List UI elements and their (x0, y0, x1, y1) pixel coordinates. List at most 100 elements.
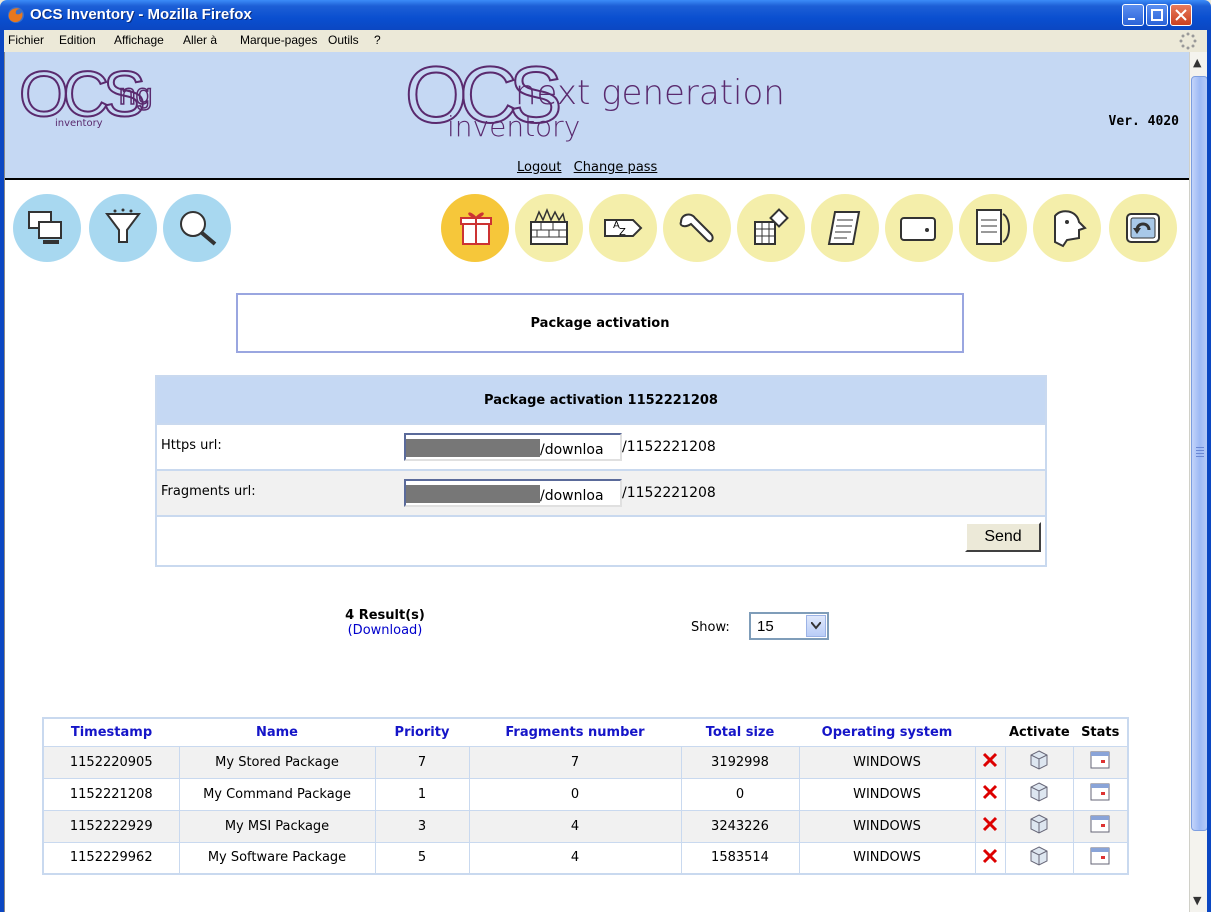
delete-icon[interactable] (974, 841, 1006, 875)
activation-heading: Package activation 1152221208 (157, 377, 1045, 423)
activate-icon[interactable] (1004, 841, 1075, 875)
table-row: 1152220905 My Stored Package 7 7 3192998… (42, 745, 1129, 779)
search-icon[interactable] (163, 194, 231, 262)
header-links: Logout Change pass (517, 160, 665, 175)
cell-os: WINDOWS (798, 745, 976, 779)
cell-timestamp: 1152220905 (42, 745, 180, 779)
fragments-url-row: Fragments url: /downloa /1152221208 (157, 469, 1045, 515)
close-button[interactable] (1170, 4, 1192, 26)
cell-name: My MSI Package (178, 809, 376, 843)
delete-icon[interactable] (974, 745, 1006, 779)
cell-name: My Command Package (178, 777, 376, 811)
delete-icon[interactable] (974, 809, 1006, 843)
throbber-icon (1179, 32, 1197, 50)
cell-fragments: 4 (468, 841, 682, 875)
menu-marque-pages[interactable]: Marque-pages (240, 33, 317, 47)
cell-fragments: 4 (468, 809, 682, 843)
activate-icon[interactable] (1004, 745, 1075, 779)
cell-fragments: 0 (468, 777, 682, 811)
cell-priority: 7 (374, 745, 470, 779)
logout-link[interactable]: Logout (517, 160, 562, 175)
col-operating-system[interactable]: Operating system (799, 718, 975, 746)
table-header-row: Timestamp Name Priority Fragments number… (43, 718, 1128, 746)
col-activate: Activate (1009, 724, 1070, 740)
help-icon[interactable] (1033, 194, 1101, 262)
col-delete (975, 718, 1005, 746)
registry-icon[interactable] (737, 194, 805, 262)
close-icon (1175, 9, 1187, 21)
dictionary-icon[interactable]: AZ (589, 194, 657, 262)
chevron-down-icon[interactable] (806, 615, 826, 637)
minimize-icon (1128, 18, 1135, 20)
stats-icon[interactable] (1073, 777, 1129, 811)
page-viewport: OCS ng inventory OCS next generation inv… (4, 52, 1207, 912)
icon-toolbar: AZ (5, 194, 1189, 264)
ocs-header: OCS ng inventory OCS next generation inv… (5, 52, 1189, 180)
stats-icon[interactable] (1073, 745, 1129, 779)
maximize-button[interactable] (1146, 4, 1168, 26)
scroll-up-icon[interactable]: ▲ (1193, 56, 1201, 69)
col-stats: Stats (1081, 724, 1120, 740)
cell-total-size: 0 (680, 777, 800, 811)
deploy-gift-icon[interactable] (441, 194, 509, 262)
minimize-button[interactable] (1122, 4, 1144, 26)
fragments-url-input[interactable]: /downloa (404, 479, 622, 507)
table-row: 1152222929 My MSI Package 3 4 3243226 WI… (42, 809, 1129, 843)
page-title: Package activation (236, 293, 964, 353)
maximize-icon (1151, 9, 1163, 21)
fragments-url-label: Fragments url: (161, 484, 256, 499)
scroll-icon[interactable] (811, 194, 879, 262)
redacted-block (406, 485, 540, 503)
show-select[interactable]: 15 (749, 612, 829, 640)
stats-icon[interactable] (1073, 809, 1129, 843)
firewall-icon[interactable] (515, 194, 583, 262)
window-titlebar: OCS Inventory - Mozilla Firefox (0, 0, 1211, 30)
menu-outils[interactable]: Outils (328, 33, 359, 47)
col-total-size[interactable]: Total size (681, 718, 799, 746)
cell-timestamp: 1152229962 (42, 841, 180, 875)
vertical-scrollbar[interactable]: ▲ ▼ (1189, 52, 1207, 912)
send-button[interactable]: Send (965, 522, 1041, 552)
col-fragments-number[interactable]: Fragments number (469, 718, 681, 746)
menu-aller[interactable]: Aller à (183, 33, 217, 47)
tags-icon[interactable] (885, 194, 953, 262)
change-pass-link[interactable]: Change pass (574, 160, 658, 175)
col-timestamp[interactable]: Timestamp (43, 718, 179, 746)
show-select-value: 15 (757, 618, 774, 635)
https-url-row: Https url: /downloa /1152221208 (157, 423, 1045, 469)
filter-icon[interactable] (89, 194, 157, 262)
show-label: Show: (691, 620, 730, 635)
send-row: Send (157, 515, 1045, 567)
cell-total-size: 3192998 (680, 745, 800, 779)
activate-icon[interactable] (1004, 777, 1075, 811)
scroll-down-icon[interactable]: ▼ (1193, 894, 1201, 907)
svg-text:next generation: next generation (515, 73, 785, 113)
activation-form: Package activation 1152221208 Https url:… (155, 375, 1047, 567)
svg-text:inventory: inventory (447, 110, 580, 143)
activate-icon[interactable] (1004, 809, 1075, 843)
ocs-logo-big: OCS next generation inventory (405, 54, 785, 143)
document-icon[interactable] (959, 194, 1027, 262)
col-name[interactable]: Name (179, 718, 375, 746)
download-link[interactable]: (Download) (348, 623, 423, 638)
cell-total-size: 1583514 (680, 841, 800, 875)
col-priority[interactable]: Priority (375, 718, 469, 746)
computers-icon[interactable] (13, 194, 81, 262)
https-url-input[interactable]: /downloa (404, 433, 622, 461)
back-icon[interactable] (1109, 194, 1177, 262)
scrollbar-thumb[interactable] (1191, 76, 1207, 831)
delete-icon[interactable] (974, 777, 1006, 811)
wrench-icon[interactable] (663, 194, 731, 262)
stats-icon[interactable] (1073, 841, 1129, 875)
menu-help[interactable]: ? (374, 33, 381, 47)
cell-timestamp: 1152221208 (42, 777, 180, 811)
cell-priority: 5 (374, 841, 470, 875)
menu-fichier[interactable]: Fichier (8, 33, 44, 47)
fragments-url-value: /downloa (540, 488, 604, 504)
menu-affichage[interactable]: Affichage (114, 33, 164, 47)
packages-table: Timestamp Name Priority Fragments number… (42, 717, 1129, 875)
firefox-icon (8, 7, 24, 23)
results-summary: 4 Result(s) (Download) (325, 608, 445, 638)
menu-edition[interactable]: Edition (59, 33, 96, 47)
results-count: 4 Result(s) (345, 608, 425, 623)
